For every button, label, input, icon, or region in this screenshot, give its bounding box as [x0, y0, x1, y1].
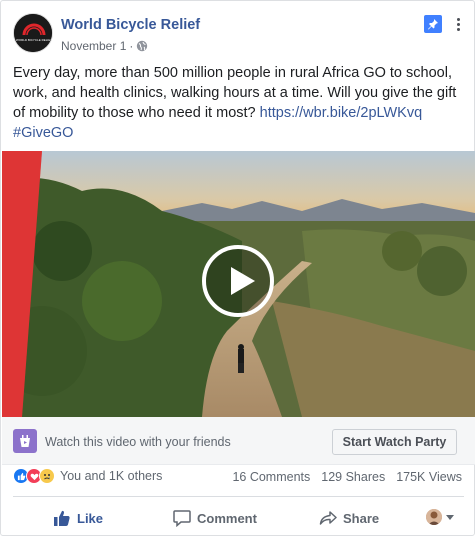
post-stats: 16 Comments 129 Shares 175K Views	[232, 470, 462, 484]
svg-text:WORLD BICYCLE RELIEF: WORLD BICYCLE RELIEF	[16, 38, 52, 42]
hashtag-link[interactable]: #GiveGO	[13, 125, 73, 141]
pin-icon[interactable]	[424, 15, 442, 33]
globe-icon[interactable]	[136, 40, 148, 52]
share-label: Share	[343, 510, 380, 526]
sad-reaction-icon	[39, 468, 55, 484]
start-watch-party-button[interactable]: Start Watch Party	[332, 429, 457, 455]
share-button[interactable]: Share	[319, 506, 379, 530]
watch-party-prompt: Watch this video with your friends	[45, 435, 231, 449]
comment-icon	[173, 510, 191, 527]
views-count: 175K Views	[396, 470, 462, 484]
comment-button[interactable]: Comment	[173, 506, 257, 530]
comment-label: Comment	[197, 510, 257, 526]
share-icon	[319, 511, 337, 525]
post-meta: November 1 ·	[61, 39, 148, 53]
divider	[13, 496, 464, 497]
caret-icon	[446, 514, 454, 520]
reaction-as-selector[interactable]	[426, 509, 454, 525]
page-logo: WORLD BICYCLE RELIEF	[14, 14, 52, 52]
like-icon	[54, 510, 70, 526]
like-button[interactable]: Like	[53, 506, 103, 530]
post-link[interactable]: https://wbr.bike/2pLWKvq	[260, 105, 423, 121]
more-options-icon[interactable]	[450, 15, 466, 33]
facebook-post: WORLD BICYCLE RELIEF World Bicycle Relie…	[0, 0, 475, 536]
comments-count[interactable]: 16 Comments	[232, 470, 310, 484]
reactions-summary[interactable]: You and 1K others	[13, 468, 162, 484]
user-avatar	[426, 509, 442, 525]
post-body: Every day, more than 500 million people …	[13, 63, 468, 143]
shares-count[interactable]: 129 Shares	[321, 470, 385, 484]
reactions-text[interactable]: You and 1K others	[60, 469, 162, 483]
like-label: Like	[77, 510, 104, 526]
page-avatar[interactable]: WORLD BICYCLE RELIEF	[13, 13, 53, 53]
page-name-link[interactable]: World Bicycle Relief	[61, 17, 200, 33]
post-date[interactable]: November 1	[61, 39, 126, 53]
play-icon[interactable]	[202, 245, 274, 317]
watch-party-bar: Watch this video with your friends Start…	[2, 417, 475, 465]
watch-party-icon	[13, 429, 37, 453]
meta-separator: ·	[129, 39, 134, 53]
